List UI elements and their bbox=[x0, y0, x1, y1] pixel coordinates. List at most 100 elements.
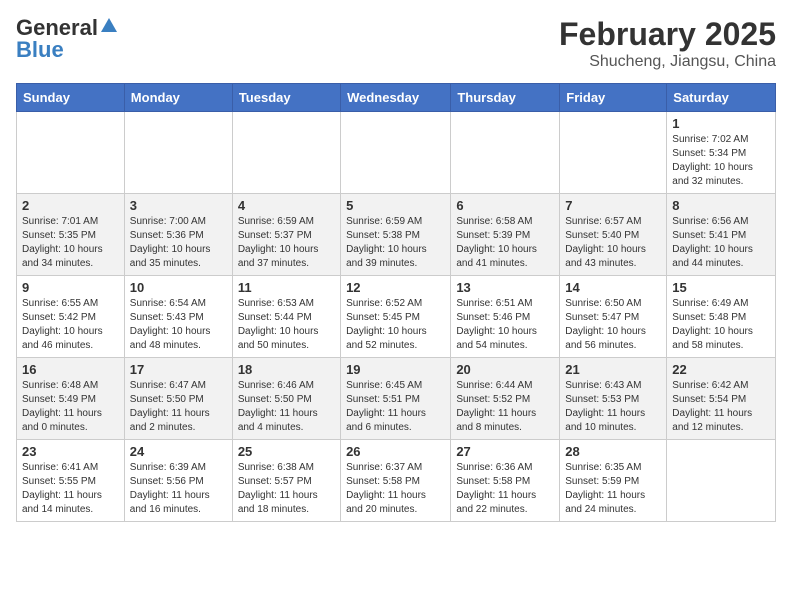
calendar-cell: 19Sunrise: 6:45 AM Sunset: 5:51 PM Dayli… bbox=[341, 358, 451, 440]
day-number: 6 bbox=[456, 198, 554, 213]
day-number: 4 bbox=[238, 198, 335, 213]
day-info: Sunrise: 6:47 AM Sunset: 5:50 PM Dayligh… bbox=[130, 379, 227, 435]
day-number: 2 bbox=[22, 198, 119, 213]
calendar-cell: 22Sunrise: 6:42 AM Sunset: 5:54 PM Dayli… bbox=[667, 358, 776, 440]
calendar-cell: 16 Sunrise: 6:48 AM Sunset: 5:49 PM Dayli… bbox=[17, 358, 125, 440]
calendar-cell: 11Sunrise: 6:53 AM Sunset: 5:44 PM Dayli… bbox=[232, 276, 340, 358]
calendar-cell bbox=[667, 440, 776, 522]
day-number: 27 bbox=[456, 444, 554, 459]
day-info: Sunrise: 6:35 AM Sunset: 5:59 PM Dayligh… bbox=[565, 461, 661, 517]
day-info: Sunrise: 6:53 AM Sunset: 5:44 PM Dayligh… bbox=[238, 297, 335, 353]
day-info: Sunrise: 6:45 AM Sunset: 5:51 PM Dayligh… bbox=[346, 379, 445, 435]
calendar-cell: 14 Sunrise: 6:50 AM Sunset: 5:47 PM Dayli… bbox=[560, 276, 667, 358]
calendar-week-row: 23Sunrise: 6:41 AM Sunset: 5:55 PM Dayli… bbox=[17, 440, 776, 522]
calendar-cell: 4 Sunrise: 6:59 AM Sunset: 5:37 PM Daylig… bbox=[232, 194, 340, 276]
day-info: Sunrise: 7:02 AM Sunset: 5:34 PM Dayligh… bbox=[672, 133, 770, 189]
day-info: Sunrise: 6:44 AM Sunset: 5:52 PM Dayligh… bbox=[456, 379, 554, 435]
day-number: 26 bbox=[346, 444, 445, 459]
calendar-cell: 21 Sunrise: 6:43 AM Sunset: 5:53 PM Dayli… bbox=[560, 358, 667, 440]
calendar-cell bbox=[341, 112, 451, 194]
day-info: Sunrise: 6:50 AM Sunset: 5:47 PM Dayligh… bbox=[565, 297, 661, 353]
title-area: February 2025 Shucheng, Jiangsu, China bbox=[559, 16, 776, 71]
day-number: 10 bbox=[130, 280, 227, 295]
calendar-cell: 12 Sunrise: 6:52 AM Sunset: 5:45 PM Dayli… bbox=[341, 276, 451, 358]
month-title: February 2025 bbox=[559, 16, 776, 53]
location-title: Shucheng, Jiangsu, China bbox=[559, 53, 776, 71]
day-number: 14 bbox=[565, 280, 661, 295]
calendar-cell: 26 Sunrise: 6:37 AM Sunset: 5:58 PM Dayli… bbox=[341, 440, 451, 522]
calendar-cell: 3 Sunrise: 7:00 AM Sunset: 5:36 PM Daylig… bbox=[124, 194, 232, 276]
calendar-week-row: 16 Sunrise: 6:48 AM Sunset: 5:49 PM Dayli… bbox=[17, 358, 776, 440]
calendar-table: SundayMondayTuesdayWednesdayThursdayFrid… bbox=[16, 83, 776, 522]
weekday-header-friday: Friday bbox=[560, 84, 667, 112]
calendar-cell: 15 Sunrise: 6:49 AM Sunset: 5:48 PM Dayli… bbox=[667, 276, 776, 358]
day-number: 17 bbox=[130, 362, 227, 377]
day-info: Sunrise: 6:48 AM Sunset: 5:49 PM Dayligh… bbox=[22, 379, 119, 435]
day-info: Sunrise: 6:46 AM Sunset: 5:50 PM Dayligh… bbox=[238, 379, 335, 435]
calendar-cell: 24 Sunrise: 6:39 AM Sunset: 5:56 PM Dayli… bbox=[124, 440, 232, 522]
calendar-cell bbox=[17, 112, 125, 194]
day-number: 24 bbox=[130, 444, 227, 459]
logo-blue-text: Blue bbox=[16, 39, 64, 61]
day-info: Sunrise: 6:58 AM Sunset: 5:39 PM Dayligh… bbox=[456, 215, 554, 271]
calendar-cell: 25 Sunrise: 6:38 AM Sunset: 5:57 PM Dayli… bbox=[232, 440, 340, 522]
day-info: Sunrise: 6:54 AM Sunset: 5:43 PM Dayligh… bbox=[130, 297, 227, 353]
calendar-cell: 18 Sunrise: 6:46 AM Sunset: 5:50 PM Dayli… bbox=[232, 358, 340, 440]
day-info: Sunrise: 6:49 AM Sunset: 5:48 PM Dayligh… bbox=[672, 297, 770, 353]
day-number: 13 bbox=[456, 280, 554, 295]
day-number: 5 bbox=[346, 198, 445, 213]
calendar-cell: 13 Sunrise: 6:51 AM Sunset: 5:46 PM Dayli… bbox=[451, 276, 560, 358]
weekday-header-wednesday: Wednesday bbox=[341, 84, 451, 112]
weekday-header-thursday: Thursday bbox=[451, 84, 560, 112]
calendar-cell: 17 Sunrise: 6:47 AM Sunset: 5:50 PM Dayli… bbox=[124, 358, 232, 440]
day-info: Sunrise: 6:37 AM Sunset: 5:58 PM Dayligh… bbox=[346, 461, 445, 517]
day-number: 16 bbox=[22, 362, 119, 377]
day-number: 9 bbox=[22, 280, 119, 295]
calendar-cell: 8 Sunrise: 6:56 AM Sunset: 5:41 PM Daylig… bbox=[667, 194, 776, 276]
day-number: 28 bbox=[565, 444, 661, 459]
day-info: Sunrise: 6:41 AM Sunset: 5:55 PM Dayligh… bbox=[22, 461, 119, 517]
day-number: 8 bbox=[672, 198, 770, 213]
logo-triangle-icon bbox=[100, 16, 118, 34]
day-number: 22 bbox=[672, 362, 770, 377]
header: General Blue February 2025 Shucheng, Jia… bbox=[16, 16, 776, 71]
day-info: Sunrise: 6:36 AM Sunset: 5:58 PM Dayligh… bbox=[456, 461, 554, 517]
day-info: Sunrise: 6:56 AM Sunset: 5:41 PM Dayligh… bbox=[672, 215, 770, 271]
day-number: 20 bbox=[456, 362, 554, 377]
day-number: 1 bbox=[672, 116, 770, 131]
calendar-cell: 2Sunrise: 7:01 AM Sunset: 5:35 PM Daylig… bbox=[17, 194, 125, 276]
day-info: Sunrise: 6:59 AM Sunset: 5:37 PM Dayligh… bbox=[238, 215, 335, 271]
calendar-cell: 1 Sunrise: 7:02 AM Sunset: 5:34 PM Daylig… bbox=[667, 112, 776, 194]
weekday-header-sunday: Sunday bbox=[17, 84, 125, 112]
calendar-cell bbox=[124, 112, 232, 194]
calendar-week-row: 1 Sunrise: 7:02 AM Sunset: 5:34 PM Daylig… bbox=[17, 112, 776, 194]
calendar-cell: 20 Sunrise: 6:44 AM Sunset: 5:52 PM Dayli… bbox=[451, 358, 560, 440]
logo-general-text: General bbox=[16, 17, 98, 39]
day-info: Sunrise: 6:43 AM Sunset: 5:53 PM Dayligh… bbox=[565, 379, 661, 435]
day-info: Sunrise: 6:55 AM Sunset: 5:42 PM Dayligh… bbox=[22, 297, 119, 353]
logo: General Blue bbox=[16, 16, 118, 61]
day-info: Sunrise: 6:39 AM Sunset: 5:56 PM Dayligh… bbox=[130, 461, 227, 517]
calendar-week-row: 9 Sunrise: 6:55 AM Sunset: 5:42 PM Daylig… bbox=[17, 276, 776, 358]
day-number: 15 bbox=[672, 280, 770, 295]
day-number: 21 bbox=[565, 362, 661, 377]
day-number: 25 bbox=[238, 444, 335, 459]
day-number: 12 bbox=[346, 280, 445, 295]
weekday-header-monday: Monday bbox=[124, 84, 232, 112]
calendar-cell: 27 Sunrise: 6:36 AM Sunset: 5:58 PM Dayli… bbox=[451, 440, 560, 522]
weekday-header-saturday: Saturday bbox=[667, 84, 776, 112]
calendar-week-row: 2Sunrise: 7:01 AM Sunset: 5:35 PM Daylig… bbox=[17, 194, 776, 276]
calendar-cell: 9 Sunrise: 6:55 AM Sunset: 5:42 PM Daylig… bbox=[17, 276, 125, 358]
calendar-cell: 7Sunrise: 6:57 AM Sunset: 5:40 PM Daylig… bbox=[560, 194, 667, 276]
calendar-cell bbox=[232, 112, 340, 194]
day-number: 3 bbox=[130, 198, 227, 213]
day-info: Sunrise: 6:59 AM Sunset: 5:38 PM Dayligh… bbox=[346, 215, 445, 271]
day-info: Sunrise: 6:38 AM Sunset: 5:57 PM Dayligh… bbox=[238, 461, 335, 517]
day-info: Sunrise: 6:52 AM Sunset: 5:45 PM Dayligh… bbox=[346, 297, 445, 353]
calendar-cell: 6 Sunrise: 6:58 AM Sunset: 5:39 PM Daylig… bbox=[451, 194, 560, 276]
weekday-header-tuesday: Tuesday bbox=[232, 84, 340, 112]
day-info: Sunrise: 6:51 AM Sunset: 5:46 PM Dayligh… bbox=[456, 297, 554, 353]
day-info: Sunrise: 6:57 AM Sunset: 5:40 PM Dayligh… bbox=[565, 215, 661, 271]
day-info: Sunrise: 7:00 AM Sunset: 5:36 PM Dayligh… bbox=[130, 215, 227, 271]
day-number: 18 bbox=[238, 362, 335, 377]
